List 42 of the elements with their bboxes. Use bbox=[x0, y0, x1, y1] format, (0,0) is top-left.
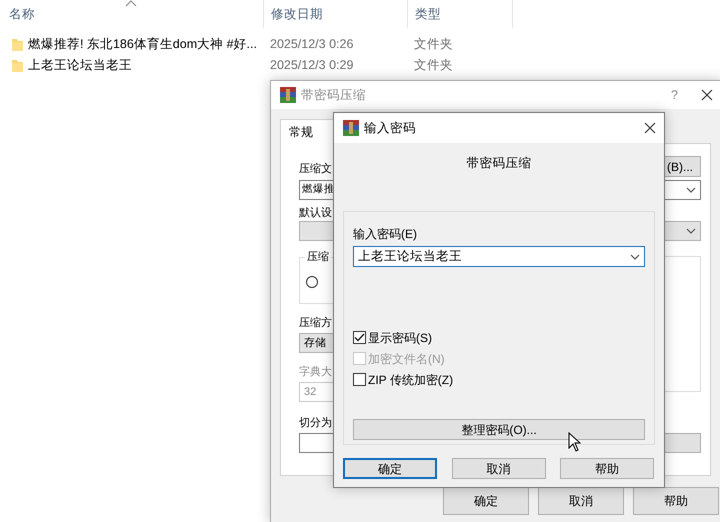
dialog-button[interactable]: 取消 bbox=[538, 487, 624, 515]
file-name[interactable]: 燃爆推荐! 东北186体育生dom大神 #好... bbox=[28, 35, 257, 54]
close-icon bbox=[701, 89, 713, 101]
file-date: 2025/12/3 0:29 bbox=[269, 57, 354, 74]
column-header[interactable]: 类型 bbox=[415, 4, 441, 24]
mouse-cursor-icon bbox=[568, 432, 581, 452]
column-header[interactable]: 修改日期 bbox=[271, 4, 323, 24]
checkbox-label[interactable]: ZIP 传统加密(Z) bbox=[368, 370, 454, 388]
chevron-down-icon bbox=[686, 187, 696, 193]
file-name[interactable]: 上老王论坛当老王 bbox=[28, 56, 132, 75]
tab[interactable]: 常规 bbox=[280, 119, 334, 144]
field-label: 压缩文 bbox=[299, 163, 332, 175]
dialog-button[interactable]: 确定 bbox=[343, 458, 437, 479]
window-title: 输入密码 bbox=[364, 120, 416, 137]
dialog-button[interactable]: 取消 bbox=[452, 458, 546, 479]
close-icon bbox=[644, 122, 656, 134]
file-type: 文件夹 bbox=[413, 36, 454, 54]
field-label: 压缩方 bbox=[299, 317, 332, 329]
dialog-button[interactable]: 帮助 bbox=[560, 458, 654, 479]
field-label: 字典大 bbox=[299, 366, 332, 378]
field-label: 默认设 bbox=[299, 207, 332, 219]
checkbox-label[interactable]: 显示密码(S) bbox=[368, 328, 432, 346]
checkbox[interactable] bbox=[353, 373, 366, 386]
archive-app-icon bbox=[280, 87, 296, 103]
window-title: 带密码压缩 bbox=[301, 86, 366, 104]
radio-button[interactable] bbox=[306, 276, 318, 288]
file-date: 2025/12/3 0:26 bbox=[269, 36, 354, 54]
file-type: 文件夹 bbox=[413, 57, 454, 74]
organize-passwords-button[interactable]: 整理密码(O)... bbox=[353, 419, 645, 440]
field-label: 切分为 bbox=[299, 417, 332, 429]
folder-icon bbox=[12, 38, 23, 51]
dialog-button[interactable]: 帮助 bbox=[633, 487, 719, 515]
chevron-down-icon bbox=[630, 254, 640, 260]
folder-icon bbox=[12, 59, 23, 72]
column-header[interactable]: 名称 bbox=[9, 6, 35, 21]
archive-app-icon bbox=[343, 120, 359, 136]
checkbox[interactable] bbox=[353, 331, 366, 344]
dialog-heading: 带密码压缩 bbox=[466, 156, 532, 170]
dialog-button[interactable]: 确定 bbox=[443, 487, 529, 515]
chevron-down-icon bbox=[686, 228, 696, 234]
field-label: 输入密码(E) bbox=[353, 227, 417, 241]
password-combo[interactable]: 上老王论坛当老王 bbox=[353, 246, 645, 267]
